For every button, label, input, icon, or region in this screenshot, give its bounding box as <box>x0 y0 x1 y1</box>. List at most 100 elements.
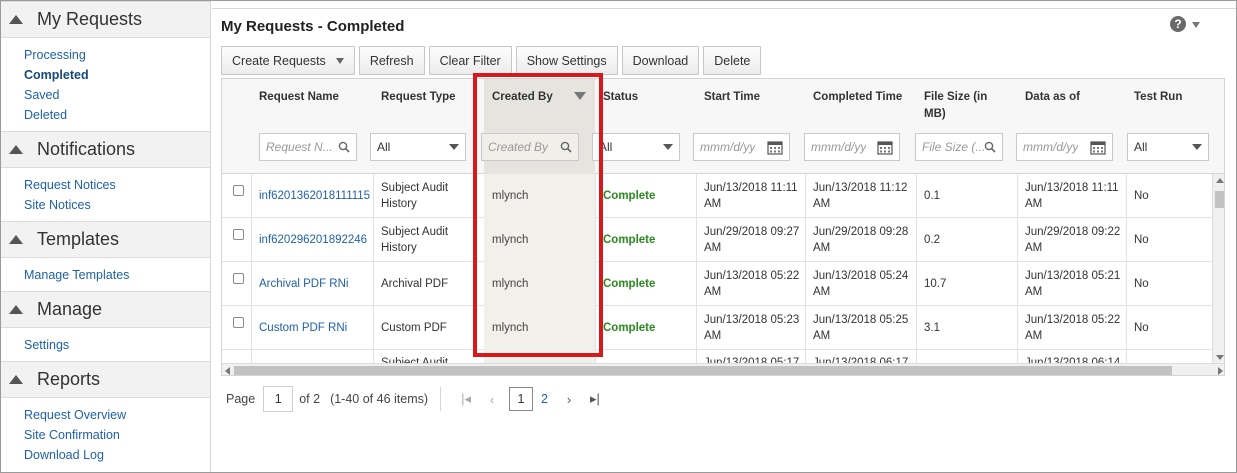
row-checkbox[interactable] <box>233 228 244 240</box>
page-1-button[interactable]: 1 <box>509 387 534 411</box>
sidebar-section-items: Request Notices Site Notices <box>1 168 210 221</box>
sort-descending-icon[interactable] <box>574 92 586 100</box>
cell-request-type: Custom PDF <box>381 322 447 334</box>
create-requests-button[interactable]: Create Requests <box>221 46 355 75</box>
row-checkbox[interactable] <box>233 184 244 196</box>
sidebar-section-title: My Requests <box>37 9 143 29</box>
sidebar-item-processing[interactable]: Processing <box>24 45 210 65</box>
help-menu-caret-icon[interactable] <box>1192 22 1200 28</box>
calendar-icon[interactable] <box>767 140 783 155</box>
items-summary: (1-40 of 46 items) <box>330 392 429 406</box>
request-name-link[interactable]: inf6201362018111115 <box>259 188 370 204</box>
horizontal-scroll-thumb[interactable] <box>234 366 1172 375</box>
help-icon[interactable]: ? <box>1170 16 1186 32</box>
request-name-link[interactable]: Archival PDF RNi <box>259 276 348 292</box>
scroll-left-icon[interactable] <box>225 367 230 375</box>
search-icon <box>338 141 350 153</box>
status-filter-select[interactable]: All <box>592 133 680 161</box>
filter-placeholder: File Size (... <box>922 140 984 154</box>
column-header-label: Completed Time <box>813 91 903 103</box>
request-name-link[interactable]: Custom PDF RNi <box>259 320 347 336</box>
clear-filter-button[interactable]: Clear Filter <box>428 46 512 75</box>
row-checkbox[interactable] <box>233 272 244 284</box>
scroll-up-icon[interactable] <box>1216 178 1224 183</box>
vertical-scrollbar[interactable] <box>1212 174 1224 364</box>
sidebar-item-site-confirmation[interactable]: Site Confirmation <box>24 425 210 445</box>
cell-status: Complete <box>603 278 656 290</box>
sidebar-section-my-requests[interactable]: My Requests <box>1 1 210 38</box>
test-run-filter-select[interactable]: All <box>1127 133 1209 161</box>
first-page-icon[interactable]: |◂ <box>459 391 473 407</box>
sidebar-item-site-notices[interactable]: Site Notices <box>24 195 210 215</box>
page-2-link[interactable]: 2 <box>541 392 548 406</box>
cell-request-type: Subject Audit History <box>381 182 449 210</box>
cell-status: Complete <box>603 234 656 246</box>
scroll-down-icon[interactable] <box>1216 355 1224 360</box>
sidebar-section-manage[interactable]: Manage <box>1 291 210 328</box>
sidebar-item-saved[interactable]: Saved <box>24 85 210 105</box>
create-requests-label: Create Requests <box>232 53 326 68</box>
search-icon <box>560 141 572 153</box>
cell-created-by: mlynch <box>484 218 595 262</box>
cell-created-by: mlynch <box>484 174 595 218</box>
sidebar-item-deleted[interactable]: Deleted <box>24 105 210 125</box>
refresh-button[interactable]: Refresh <box>358 46 425 75</box>
page-number-input[interactable]: 1 <box>263 386 294 412</box>
cell-created-by: mlynch <box>484 306 595 350</box>
download-button[interactable]: Download <box>621 46 700 75</box>
completed-time-filter-input[interactable]: mmm/d/yy <box>804 133 900 161</box>
column-header-label: File Size (in MB) <box>924 91 988 120</box>
sidebar-section-templates[interactable]: Templates <box>1 221 210 258</box>
sidebar-item-settings[interactable]: Settings <box>24 335 210 355</box>
sidebar-item-download-log[interactable]: Download Log <box>24 445 210 465</box>
table-row[interactable]: inf620296201892246 Subject Audit History… <box>222 218 1224 262</box>
sidebar-item-request-notices[interactable]: Request Notices <box>24 175 210 195</box>
created-by-filter-input[interactable]: Created By <box>481 133 579 161</box>
filter-value: All <box>1134 140 1148 154</box>
cell-status: Complete <box>603 190 656 202</box>
sidebar-section-reports[interactable]: Reports <box>1 361 210 398</box>
scroll-right-icon[interactable] <box>1218 367 1223 375</box>
vertical-scroll-thumb[interactable] <box>1215 191 1224 208</box>
cell-status: Complete <box>603 322 656 334</box>
cell-data-as-of: Jun/29/2018 09:22 AM <box>1025 226 1121 254</box>
sidebar-item-manage-templates[interactable]: Manage Templates <box>24 265 210 285</box>
table-row[interactable]: inf6201362018111115 Subject Audit Histor… <box>222 174 1224 218</box>
start-time-filter-input[interactable]: mmm/d/yy <box>693 133 790 161</box>
chevron-down-icon <box>1192 144 1202 150</box>
delete-button[interactable]: Delete <box>703 46 762 75</box>
request-type-filter-select[interactable]: All <box>370 133 466 161</box>
filter-value: All <box>377 140 391 154</box>
sidebar-item-completed[interactable]: Completed <box>24 65 210 85</box>
cell-start-time: Jun/13/2018 05:23 AM <box>704 314 800 342</box>
filter-placeholder: Request N... <box>266 140 333 154</box>
cell-data-as-of: Jun/13/2018 11:11 AM <box>1025 182 1119 210</box>
next-page-icon[interactable]: › <box>562 392 576 407</box>
sidebar-section-items: Manage Templates <box>1 258 210 291</box>
cell-created-by: mlynch <box>484 262 595 306</box>
data-as-of-filter-input[interactable]: mmm/d/yy <box>1016 133 1113 161</box>
previous-page-icon[interactable]: ‹ <box>485 392 499 407</box>
cell-request-name: Archival PDF RNi <box>251 262 373 306</box>
row-checkbox-cell <box>222 218 251 262</box>
table-row[interactable]: Archival PDF RNi Archival PDF mlynch Com… <box>222 262 1224 306</box>
sidebar-section-notifications[interactable]: Notifications <box>1 131 210 168</box>
sidebar-item-request-overview[interactable]: Request Overview <box>24 405 210 425</box>
column-header-label: Data as of <box>1025 91 1080 103</box>
show-settings-button[interactable]: Show Settings <box>515 46 618 75</box>
table-row[interactable]: Custom PDF RNi Custom PDF mlynch Complet… <box>222 306 1224 350</box>
cell-start-time: Jun/13/2018 05:17 <box>704 357 800 364</box>
horizontal-scrollbar[interactable] <box>222 363 1224 375</box>
last-page-icon[interactable]: ▸| <box>588 391 602 407</box>
file-size-filter-input[interactable]: File Size (... <box>915 133 1003 161</box>
calendar-icon[interactable] <box>877 140 893 155</box>
cell-request-name: inf6201362018111115 <box>251 174 373 218</box>
request-name-link[interactable]: inf620296201892246 <box>259 232 367 248</box>
collapse-triangle-icon <box>9 305 23 314</box>
table-row[interactable]: Subject Audit Jun/13/2018 05:17 Jun/13/2… <box>222 350 1224 364</box>
row-checkbox-cell <box>222 262 251 306</box>
calendar-icon[interactable] <box>1090 140 1106 155</box>
request-name-filter-input[interactable]: Request N... <box>259 133 357 161</box>
cell-data-as-of: Jun/13/2018 05:22 AM <box>1025 314 1121 342</box>
row-checkbox[interactable] <box>233 316 244 328</box>
